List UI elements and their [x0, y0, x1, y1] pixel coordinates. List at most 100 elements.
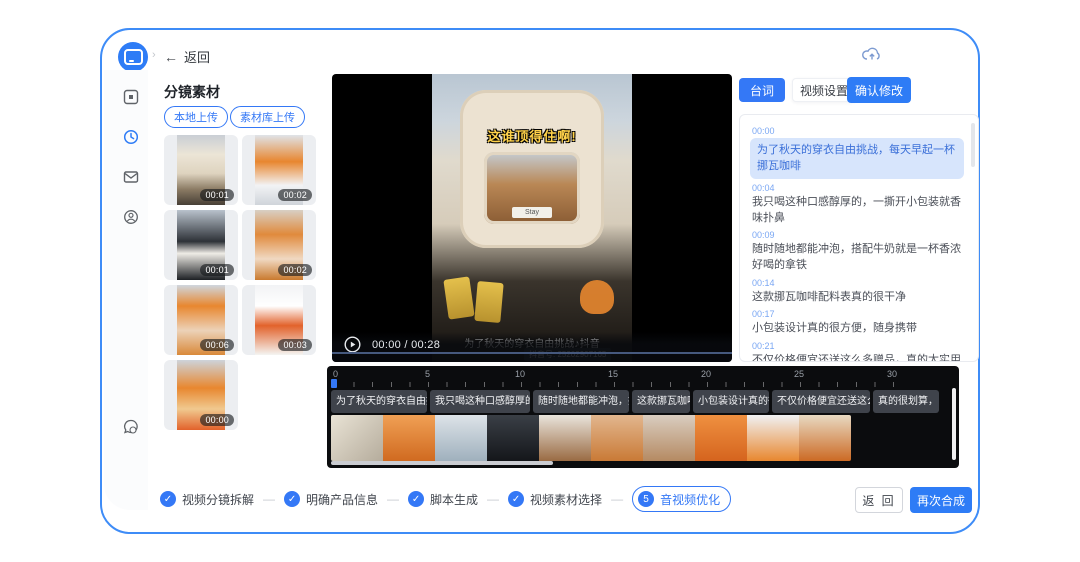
- cloud-upload-icon[interactable]: [862, 46, 882, 62]
- filmstrip-frame: [435, 415, 487, 461]
- step-item[interactable]: ✓ 视频素材选择: [508, 491, 602, 508]
- step-number-badge: 5: [638, 491, 654, 507]
- upload-library-button[interactable]: 素材库上传: [230, 106, 305, 128]
- timeline-clip[interactable]: 随时随地都能冲泡，搭配…: [533, 390, 629, 413]
- duration-badge: 00:03: [278, 339, 312, 351]
- subtitle-text: 我只喝这种口感醇厚的，一撕开小包装就香味扑鼻: [752, 195, 964, 226]
- ruler-tick-label: 15: [608, 369, 618, 379]
- duration-badge: 00:02: [278, 189, 312, 201]
- play-button[interactable]: [344, 336, 361, 353]
- timeline-clip[interactable]: 为了秋天的穿衣自由挑…: [331, 390, 427, 413]
- step-check-icon: ✓: [160, 491, 176, 507]
- tab-lines[interactable]: 台词: [739, 78, 785, 102]
- step-separator: —: [487, 492, 499, 506]
- timeline-clip[interactable]: 小包装设计真的很…: [693, 390, 769, 413]
- upload-local-button[interactable]: 本地上传: [164, 106, 228, 128]
- ruler-ticks: [335, 382, 910, 387]
- duration-badge: 00:01: [200, 264, 234, 276]
- back-arrow-icon: ←: [164, 49, 178, 65]
- subtitle-entry[interactable]: 00:09 随时随地都能冲泡，搭配牛奶就是一杯香浓好喝的拿铁: [752, 230, 964, 273]
- subtitle-time: 00:04: [752, 183, 964, 193]
- video-player[interactable]: Stay 这谁顶得住啊! 为了秋天的穿衣自由挑战♪抖音 抖音号: 2520290…: [332, 74, 732, 362]
- subtitle-entry[interactable]: 00:17 小包装设计真的很方便，随身携带: [752, 309, 964, 337]
- filmstrip-frame: [695, 415, 747, 461]
- subtitle-text: 这款挪瓦咖啡配料表真的很干净: [752, 290, 964, 306]
- material-thumbnail[interactable]: 00:02: [242, 135, 316, 205]
- material-thumbnail[interactable]: 00:03: [242, 285, 316, 355]
- subtitle-text: 小包装设计真的很方便，随身携带: [752, 321, 964, 337]
- workflow-steps: ✓ 视频分镜拆解 — ✓ 明确产品信息 — ✓ 脚本生成 — ✓ 视频素材选择 …: [160, 485, 731, 513]
- timeline-clip[interactable]: 不仅价格便宜还送这么…: [772, 390, 870, 413]
- mail-icon[interactable]: [122, 168, 140, 186]
- timeline[interactable]: 0 5 10 15 20 25 30 为了秋天的穿衣自由挑… 我只喝这种口感醇厚…: [327, 366, 959, 468]
- material-thumbnail[interactable]: 00:01: [164, 210, 238, 280]
- filmstrip-track[interactable]: [331, 415, 851, 461]
- timeline-clip[interactable]: 我只喝这种口感醇厚的，…: [430, 390, 530, 413]
- subtitle-clip-track: 为了秋天的穿衣自由挑… 我只喝这种口感醇厚的，… 随时随地都能冲泡，搭配… 这款…: [331, 390, 939, 413]
- filmstrip-frame: [487, 415, 539, 461]
- step-check-icon: ✓: [284, 491, 300, 507]
- subtitle-entry[interactable]: 00:14 这款挪瓦咖啡配料表真的很干净: [752, 278, 964, 306]
- confirm-edit-button[interactable]: 确认修改: [847, 77, 911, 103]
- filmstrip-frame: [747, 415, 799, 461]
- duration-badge: 00:02: [278, 264, 312, 276]
- back-link[interactable]: ← 返回: [164, 47, 210, 66]
- subtitle-time: 00:21: [752, 341, 964, 351]
- subtitle-entry[interactable]: 00:04 我只喝这种口感醇厚的，一撕开小包装就香味扑鼻: [752, 183, 964, 226]
- ruler-tick-label: 25: [794, 369, 804, 379]
- filmstrip-frame: [643, 415, 695, 461]
- player-progress-bar[interactable]: [332, 352, 732, 354]
- timeline-vertical-scrollbar[interactable]: [952, 388, 956, 460]
- video-caption: 这谁顶得住啊!: [432, 126, 632, 145]
- support-chat-icon[interactable]: [122, 418, 140, 436]
- player-time: 00:00 / 00:28: [372, 339, 440, 351]
- material-thumbnail[interactable]: 00:01: [164, 135, 238, 205]
- storyboard-icon[interactable]: [122, 88, 140, 106]
- resynthesize-button[interactable]: 再次合成: [910, 487, 972, 513]
- timeline-clip[interactable]: 真的很划算，…: [873, 390, 939, 413]
- subtitle-text: 不仅价格便宜还送这么多赠品，真的太实用了: [752, 353, 964, 362]
- video-frame: Stay 这谁顶得住啊! 为了秋天的穿衣自由挑战♪抖音 抖音号: 2520290…: [432, 74, 632, 362]
- subtitle-time: 00:14: [752, 278, 964, 288]
- filmstrip-frame: [383, 415, 435, 461]
- subtitle-list[interactable]: 00:00 为了秋天的穿衣自由挑战，每天早起一杯挪瓦咖啡 00:04 我只喝这种…: [739, 114, 979, 362]
- subtitle-entry[interactable]: 00:21 不仅价格便宜还送这么多赠品，真的太实用了: [752, 341, 964, 362]
- step-item[interactable]: ✓ 视频分镜拆解: [160, 491, 254, 508]
- subtitle-text: 随时随地都能冲泡，搭配牛奶就是一杯香浓好喝的拿铁: [752, 242, 964, 273]
- subtitle-time: 00:17: [752, 309, 964, 319]
- material-thumbnail[interactable]: 00:06: [164, 285, 238, 355]
- bag-tag-label: Stay: [512, 207, 552, 218]
- account-icon[interactable]: [122, 208, 140, 226]
- step-item[interactable]: ✓ 明确产品信息: [284, 491, 378, 508]
- step-item[interactable]: ✓ 脚本生成: [408, 491, 478, 508]
- footer-back-button[interactable]: 返 回: [855, 487, 903, 513]
- subtitle-entry[interactable]: 00:00 为了秋天的穿衣自由挑战，每天早起一杯挪瓦咖啡: [752, 126, 964, 179]
- material-thumbnail[interactable]: 00:00: [164, 360, 238, 430]
- subtitle-scrollbar[interactable]: [971, 123, 975, 167]
- video-brand-graphic: [580, 280, 614, 314]
- collapse-chevron-icon[interactable]: ›: [152, 49, 156, 61]
- timeline-clip[interactable]: 这款挪瓦咖啡…: [632, 390, 690, 413]
- video-package-graphic: [474, 281, 503, 323]
- ruler-tick-label: 0: [333, 369, 338, 379]
- duration-badge: 00:06: [200, 339, 234, 351]
- ruler-tick-label: 5: [425, 369, 430, 379]
- back-label: 返回: [184, 47, 210, 66]
- step-separator: —: [263, 492, 275, 506]
- history-clock-icon[interactable]: [122, 128, 140, 146]
- materials-title: 分镜素材: [164, 82, 220, 102]
- screen: › ← 返回 分镜素材 本地上传 素材库上传: [0, 0, 1080, 562]
- step-separator: —: [387, 492, 399, 506]
- timeline-playhead[interactable]: [331, 379, 337, 388]
- subtitle-text-highlighted: 为了秋天的穿衣自由挑战，每天早起一杯挪瓦咖啡: [750, 138, 964, 179]
- video-package-graphic: [443, 276, 474, 319]
- ruler-tick-label: 10: [515, 369, 525, 379]
- duration-badge: 00:01: [200, 189, 234, 201]
- step-item-current[interactable]: 5 音视频优化: [632, 486, 731, 512]
- material-thumbnail[interactable]: 00:02: [242, 210, 316, 280]
- subtitle-time: 00:09: [752, 230, 964, 240]
- step-check-icon: ✓: [508, 491, 524, 507]
- app-logo-icon: [118, 42, 148, 72]
- timeline-horizontal-scrollbar[interactable]: [331, 461, 553, 465]
- ruler-tick-label: 30: [887, 369, 897, 379]
